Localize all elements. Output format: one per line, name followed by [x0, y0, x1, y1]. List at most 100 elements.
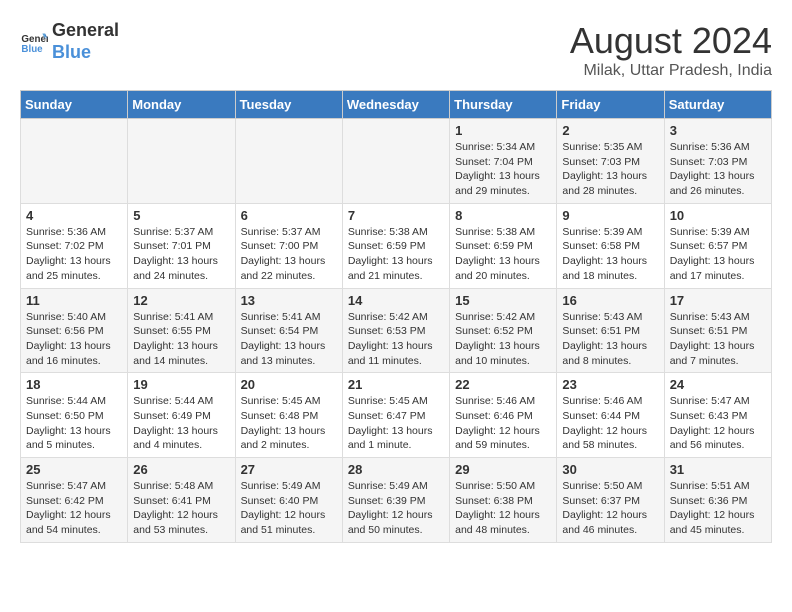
calendar-cell: 27Sunrise: 5:49 AM Sunset: 6:40 PM Dayli…: [235, 458, 342, 543]
day-number: 9: [562, 208, 658, 223]
day-number: 1: [455, 123, 551, 138]
day-info: Sunrise: 5:44 AM Sunset: 6:50 PM Dayligh…: [26, 394, 122, 453]
logo-text-blue: Blue: [52, 42, 119, 64]
calendar-cell: 3 Sunrise: 5:36 AM Sunset: 7:03 PM Daylig…: [664, 119, 771, 204]
calendar-cell: 23 Sunrise: 5:46 AM Sunset: 6:44 PM Dayli…: [557, 373, 664, 458]
svg-text:Blue: Blue: [21, 43, 43, 54]
day-number: 2: [562, 123, 658, 138]
calendar-cell: 25 Sunrise: 5:47 AM Sunset: 6:42 PM Dayli…: [21, 458, 128, 543]
day-info: Sunrise: 5:42 AM Sunset: 6:52 PM Dayligh…: [455, 310, 551, 369]
calendar-cell: 21 Sunrise: 5:45 AM Sunset: 6:47 PM Dayli…: [342, 373, 449, 458]
weekday-header-wednesday: Wednesday: [342, 91, 449, 119]
page-header: General Blue General Blue August 2024 Mi…: [20, 20, 772, 80]
day-info: Sunrise: 5:47 AM Sunset: 6:43 PM Dayligh…: [670, 394, 766, 453]
calendar-cell: 20 Sunrise: 5:45 AM Sunset: 6:48 PM Dayli…: [235, 373, 342, 458]
calendar-cell: 4 Sunrise: 5:36 AM Sunset: 7:02 PM Daylig…: [21, 203, 128, 288]
day-number: 13: [241, 293, 337, 308]
day-number: 4: [26, 208, 122, 223]
day-info: Sunrise: 5:44 AM Sunset: 6:49 PM Dayligh…: [133, 394, 229, 453]
day-info: Sunrise: 5:38 AM Sunset: 6:59 PM Dayligh…: [455, 225, 551, 284]
day-number: 3: [670, 123, 766, 138]
weekday-header-monday: Monday: [128, 91, 235, 119]
calendar-cell: 22Sunrise: 5:46 AM Sunset: 6:46 PM Dayli…: [450, 373, 557, 458]
day-number: 21: [348, 377, 444, 392]
day-number: 6: [241, 208, 337, 223]
calendar-cell: 1Sunrise: 5:34 AM Sunset: 7:04 PM Daylig…: [450, 119, 557, 204]
day-number: 30: [562, 462, 658, 477]
day-info: Sunrise: 5:45 AM Sunset: 6:47 PM Dayligh…: [348, 394, 444, 453]
day-number: 17: [670, 293, 766, 308]
day-info: Sunrise: 5:47 AM Sunset: 6:42 PM Dayligh…: [26, 479, 122, 538]
day-number: 11: [26, 293, 122, 308]
day-info: Sunrise: 5:45 AM Sunset: 6:48 PM Dayligh…: [241, 394, 337, 453]
calendar-cell: 12 Sunrise: 5:41 AM Sunset: 6:55 PM Dayli…: [128, 288, 235, 373]
day-number: 18: [26, 377, 122, 392]
calendar-cell: 6 Sunrise: 5:37 AM Sunset: 7:00 PM Daylig…: [235, 203, 342, 288]
day-info: Sunrise: 5:46 AM Sunset: 6:44 PM Dayligh…: [562, 394, 658, 453]
day-info: Sunrise: 5:51 AM Sunset: 6:36 PM Dayligh…: [670, 479, 766, 538]
calendar-cell: [342, 119, 449, 204]
day-number: 19: [133, 377, 229, 392]
calendar-cell: 11Sunrise: 5:40 AM Sunset: 6:56 PM Dayli…: [21, 288, 128, 373]
weekday-header-thursday: Thursday: [450, 91, 557, 119]
day-info: Sunrise: 5:41 AM Sunset: 6:54 PM Dayligh…: [241, 310, 337, 369]
calendar-cell: 14 Sunrise: 5:42 AM Sunset: 6:53 PM Dayli…: [342, 288, 449, 373]
calendar-week-row: 25 Sunrise: 5:47 AM Sunset: 6:42 PM Dayli…: [21, 458, 772, 543]
calendar-subtitle: Milak, Uttar Pradesh, India: [570, 62, 772, 80]
logo-text-general: General: [52, 20, 119, 42]
day-number: 15: [455, 293, 551, 308]
day-info: Sunrise: 5:36 AM Sunset: 7:02 PM Dayligh…: [26, 225, 122, 284]
calendar-cell: 7 Sunrise: 5:38 AM Sunset: 6:59 PM Daylig…: [342, 203, 449, 288]
day-number: 28: [348, 462, 444, 477]
day-info: Sunrise: 5:42 AM Sunset: 6:53 PM Dayligh…: [348, 310, 444, 369]
day-number: 27: [241, 462, 337, 477]
logo: General Blue General Blue: [20, 20, 119, 63]
day-number: 20: [241, 377, 337, 392]
day-number: 26: [133, 462, 229, 477]
calendar-cell: 9 Sunrise: 5:39 AM Sunset: 6:58 PM Daylig…: [557, 203, 664, 288]
day-info: Sunrise: 5:38 AM Sunset: 6:59 PM Dayligh…: [348, 225, 444, 284]
day-info: Sunrise: 5:43 AM Sunset: 6:51 PM Dayligh…: [670, 310, 766, 369]
day-info: Sunrise: 5:50 AM Sunset: 6:38 PM Dayligh…: [455, 479, 551, 538]
calendar-week-row: 18 Sunrise: 5:44 AM Sunset: 6:50 PM Dayli…: [21, 373, 772, 458]
title-block: August 2024 Milak, Uttar Pradesh, India: [570, 20, 772, 80]
weekday-header-sunday: Sunday: [21, 91, 128, 119]
calendar-cell: 5Sunrise: 5:37 AM Sunset: 7:01 PM Daylig…: [128, 203, 235, 288]
weekday-header-friday: Friday: [557, 91, 664, 119]
day-number: 29: [455, 462, 551, 477]
calendar-cell: 18 Sunrise: 5:44 AM Sunset: 6:50 PM Dayli…: [21, 373, 128, 458]
weekday-header-saturday: Saturday: [664, 91, 771, 119]
day-number: 25: [26, 462, 122, 477]
day-info: Sunrise: 5:41 AM Sunset: 6:55 PM Dayligh…: [133, 310, 229, 369]
day-number: 10: [670, 208, 766, 223]
day-number: 12: [133, 293, 229, 308]
calendar-cell: 24 Sunrise: 5:47 AM Sunset: 6:43 PM Dayli…: [664, 373, 771, 458]
day-number: 24: [670, 377, 766, 392]
day-info: Sunrise: 5:36 AM Sunset: 7:03 PM Dayligh…: [670, 140, 766, 199]
calendar-cell: 13 Sunrise: 5:41 AM Sunset: 6:54 PM Dayli…: [235, 288, 342, 373]
calendar-title: August 2024: [570, 20, 772, 62]
day-info: Sunrise: 5:43 AM Sunset: 6:51 PM Dayligh…: [562, 310, 658, 369]
calendar-table: SundayMondayTuesdayWednesdayThursdayFrid…: [20, 90, 772, 543]
calendar-cell: 10 Sunrise: 5:39 AM Sunset: 6:57 PM Dayli…: [664, 203, 771, 288]
weekday-header-tuesday: Tuesday: [235, 91, 342, 119]
calendar-cell: 26Sunrise: 5:48 AM Sunset: 6:41 PM Dayli…: [128, 458, 235, 543]
day-number: 7: [348, 208, 444, 223]
day-info: Sunrise: 5:37 AM Sunset: 7:01 PM Dayligh…: [133, 225, 229, 284]
calendar-week-row: 1Sunrise: 5:34 AM Sunset: 7:04 PM Daylig…: [21, 119, 772, 204]
calendar-cell: 19 Sunrise: 5:44 AM Sunset: 6:49 PM Dayli…: [128, 373, 235, 458]
day-number: 16: [562, 293, 658, 308]
day-info: Sunrise: 5:39 AM Sunset: 6:57 PM Dayligh…: [670, 225, 766, 284]
calendar-cell: 2Sunrise: 5:35 AM Sunset: 7:03 PM Daylig…: [557, 119, 664, 204]
logo-icon: General Blue: [20, 28, 48, 56]
day-info: Sunrise: 5:49 AM Sunset: 6:39 PM Dayligh…: [348, 479, 444, 538]
calendar-week-row: 11Sunrise: 5:40 AM Sunset: 6:56 PM Dayli…: [21, 288, 772, 373]
day-info: Sunrise: 5:37 AM Sunset: 7:00 PM Dayligh…: [241, 225, 337, 284]
day-number: 14: [348, 293, 444, 308]
calendar-week-row: 4 Sunrise: 5:36 AM Sunset: 7:02 PM Daylig…: [21, 203, 772, 288]
calendar-cell: [21, 119, 128, 204]
calendar-cell: [235, 119, 342, 204]
calendar-cell: [128, 119, 235, 204]
day-number: 23: [562, 377, 658, 392]
day-info: Sunrise: 5:39 AM Sunset: 6:58 PM Dayligh…: [562, 225, 658, 284]
